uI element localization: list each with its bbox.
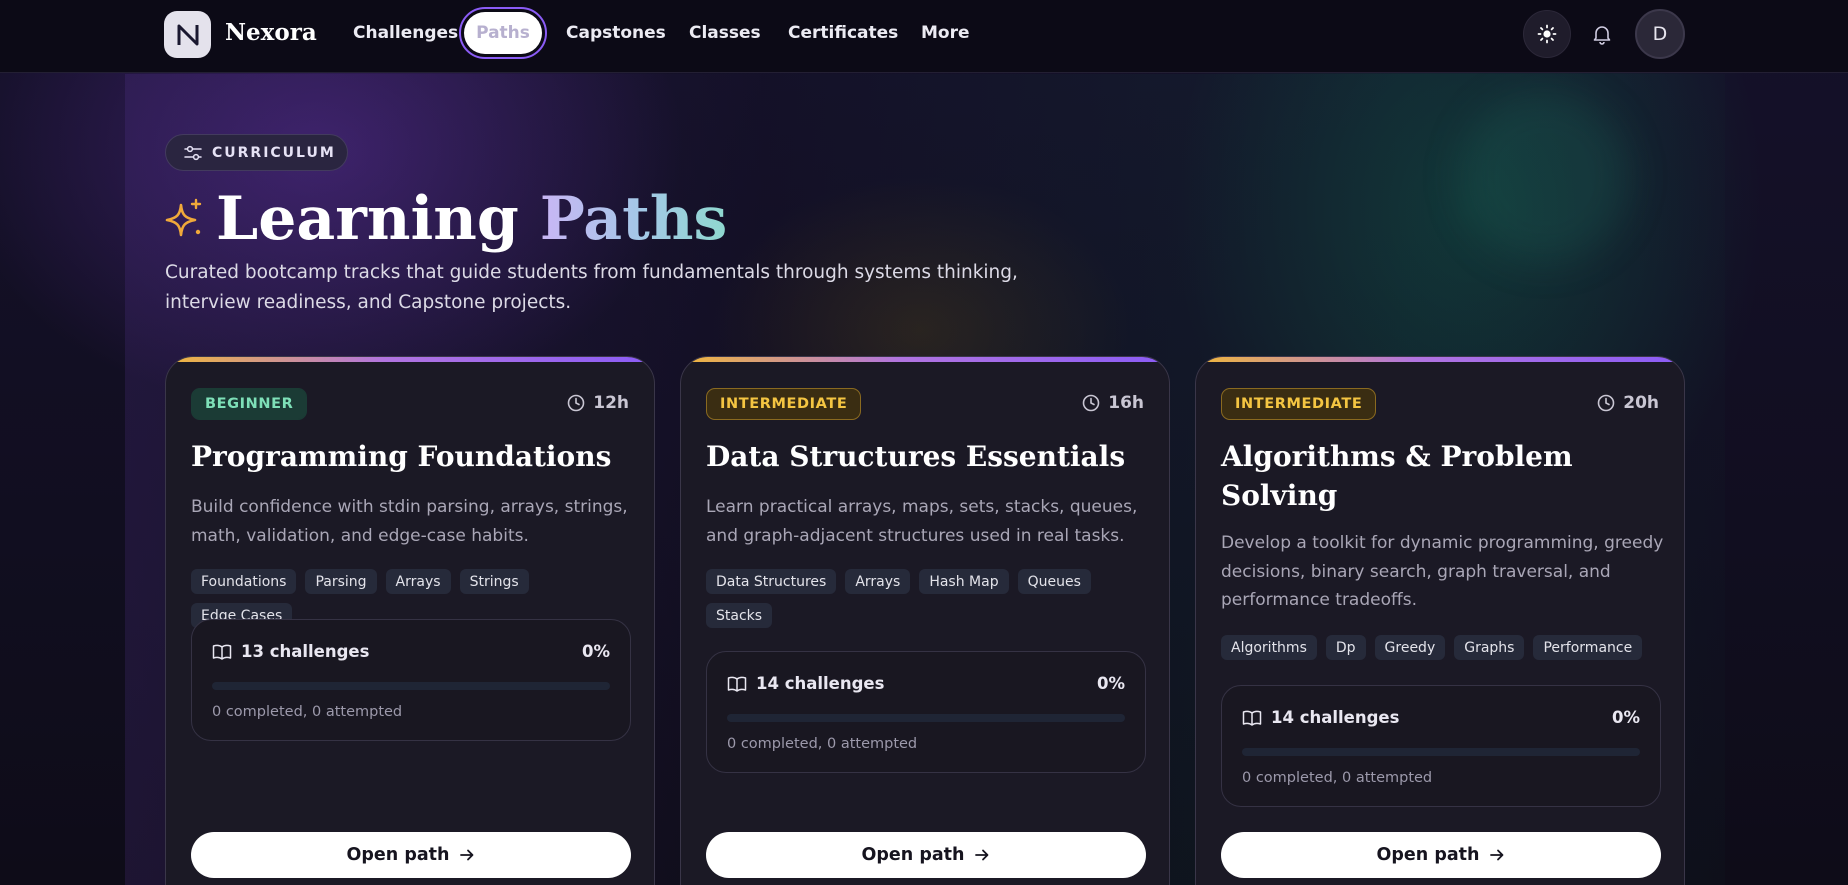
bell-icon xyxy=(1593,26,1611,45)
book-icon xyxy=(727,676,747,692)
card-description: Build confidence with stdin parsing, arr… xyxy=(191,497,628,546)
open-path-button[interactable]: Open path xyxy=(191,832,631,878)
open-path-button[interactable]: Open path xyxy=(1221,832,1661,878)
nexora-logo-icon[interactable] xyxy=(164,11,211,58)
duration: 20h xyxy=(1597,393,1659,413)
tag: Foundations xyxy=(191,569,297,594)
arrow-right-icon xyxy=(1490,849,1504,861)
tag: Graphs xyxy=(1454,635,1525,660)
progress-bar xyxy=(212,682,610,690)
duration: 16h xyxy=(1082,393,1144,413)
sun-icon xyxy=(1537,24,1557,44)
page-title: Learning Paths xyxy=(164,182,727,256)
page-title-word-1: Learning xyxy=(216,184,519,254)
nav-link-capstones[interactable]: Capstones xyxy=(566,23,666,43)
nav-link-paths-label: Paths xyxy=(464,12,542,54)
notifications-button[interactable] xyxy=(1578,10,1626,58)
challenge-count: 13 challenges xyxy=(241,642,370,661)
brand-name[interactable]: Nexora xyxy=(225,19,317,46)
challenge-count: 14 challenges xyxy=(1271,708,1400,727)
curriculum-badge: CURRICULUM xyxy=(165,134,348,171)
tag: Strings xyxy=(459,569,529,594)
level-badge: INTERMEDIATE xyxy=(1221,388,1377,420)
tag: Greedy xyxy=(1374,635,1446,660)
nav-link-certificates[interactable]: Certificates xyxy=(788,23,898,43)
progress-panel: 14 challenges 0% 0 completed, 0 attempte… xyxy=(1221,685,1661,807)
clock-icon xyxy=(1082,394,1100,412)
card-title: Data Structures Essentials xyxy=(706,440,1126,473)
tag: Arrays xyxy=(385,569,451,594)
nav-link-more[interactable]: More xyxy=(921,23,970,43)
card-accent-bar xyxy=(681,357,1169,362)
path-card-data-structures-essentials[interactable]: INTERMEDIATE 16h Data Structures Essenti… xyxy=(680,356,1170,885)
progress-panel: 13 challenges 0% 0 completed, 0 attempte… xyxy=(191,619,631,741)
card-title: Programming Foundations xyxy=(191,440,612,473)
level-badge: BEGINNER xyxy=(191,388,308,420)
tag: Data Structures xyxy=(706,569,837,594)
nav-link-paths[interactable]: Paths xyxy=(459,7,547,59)
clock-icon xyxy=(567,394,585,412)
tag: Arrays xyxy=(845,569,911,594)
tag: Queues xyxy=(1017,569,1091,594)
progress-bar xyxy=(1242,748,1640,756)
tag: Parsing xyxy=(305,569,377,594)
page-title-word-2: Paths xyxy=(539,184,728,254)
tag: Stacks xyxy=(706,603,773,628)
open-path-label: Open path xyxy=(861,845,965,865)
nav-link-classes[interactable]: Classes xyxy=(689,23,761,43)
book-icon xyxy=(1242,710,1262,726)
card-description: Learn practical arrays, maps, sets, stac… xyxy=(706,497,1138,546)
challenge-count: 14 challenges xyxy=(756,674,885,693)
duration: 12h xyxy=(567,393,629,413)
curriculum-badge-label: CURRICULUM xyxy=(212,144,336,161)
tag: Performance xyxy=(1533,635,1643,660)
sliders-icon xyxy=(184,145,202,160)
progress-summary: 0 completed, 0 attempted xyxy=(212,704,403,720)
clock-icon xyxy=(1597,394,1615,412)
arrow-right-icon xyxy=(460,849,474,861)
tag-list: Algorithms Dp Greedy Graphs Performance xyxy=(1221,635,1666,660)
duration-value: 12h xyxy=(593,393,629,413)
progress-bar xyxy=(727,714,1125,722)
sparkle-icon xyxy=(165,198,202,237)
tag: Hash Map xyxy=(919,569,1009,594)
level-badge: INTERMEDIATE xyxy=(706,388,862,420)
open-path-label: Open path xyxy=(1376,845,1480,865)
tag-list: Data Structures Arrays Hash Map Queues S… xyxy=(706,569,1151,628)
card-accent-bar xyxy=(1196,357,1684,362)
progress-percent: 0% xyxy=(1096,674,1125,693)
path-card-programming-foundations[interactable]: BEGINNER 12h Programming Foundations Bui… xyxy=(165,356,655,885)
theme-toggle-button[interactable] xyxy=(1523,10,1571,58)
tag: Algorithms xyxy=(1221,635,1317,660)
duration-value: 20h xyxy=(1623,393,1659,413)
duration-value: 16h xyxy=(1108,393,1144,413)
progress-summary: 0 completed, 0 attempted xyxy=(1242,770,1433,786)
card-title: Algorithms & Problem Solving xyxy=(1221,440,1573,512)
card-description: Develop a toolkit for dynamic programmin… xyxy=(1221,533,1664,610)
tag: Dp xyxy=(1325,635,1366,660)
progress-panel: 14 challenges 0% 0 completed, 0 attempte… xyxy=(706,651,1146,773)
card-accent-bar xyxy=(166,357,654,362)
progress-summary: 0 completed, 0 attempted xyxy=(727,736,918,752)
nav-link-challenges[interactable]: Challenges xyxy=(353,23,458,43)
open-path-label: Open path xyxy=(346,845,450,865)
progress-percent: 0% xyxy=(1611,708,1640,727)
path-card-algorithms-problem-solving[interactable]: INTERMEDIATE 20h Algorithms & Problem So… xyxy=(1195,356,1685,885)
progress-percent: 0% xyxy=(581,642,610,661)
page-description: Curated bootcamp tracks that guide stude… xyxy=(165,262,1018,313)
top-navigation: Nexora Challenges Paths Capstones Classe… xyxy=(0,0,1848,73)
arrow-right-icon xyxy=(975,849,989,861)
book-icon xyxy=(212,644,232,660)
user-avatar[interactable]: D xyxy=(1635,9,1685,59)
open-path-button[interactable]: Open path xyxy=(706,832,1146,878)
